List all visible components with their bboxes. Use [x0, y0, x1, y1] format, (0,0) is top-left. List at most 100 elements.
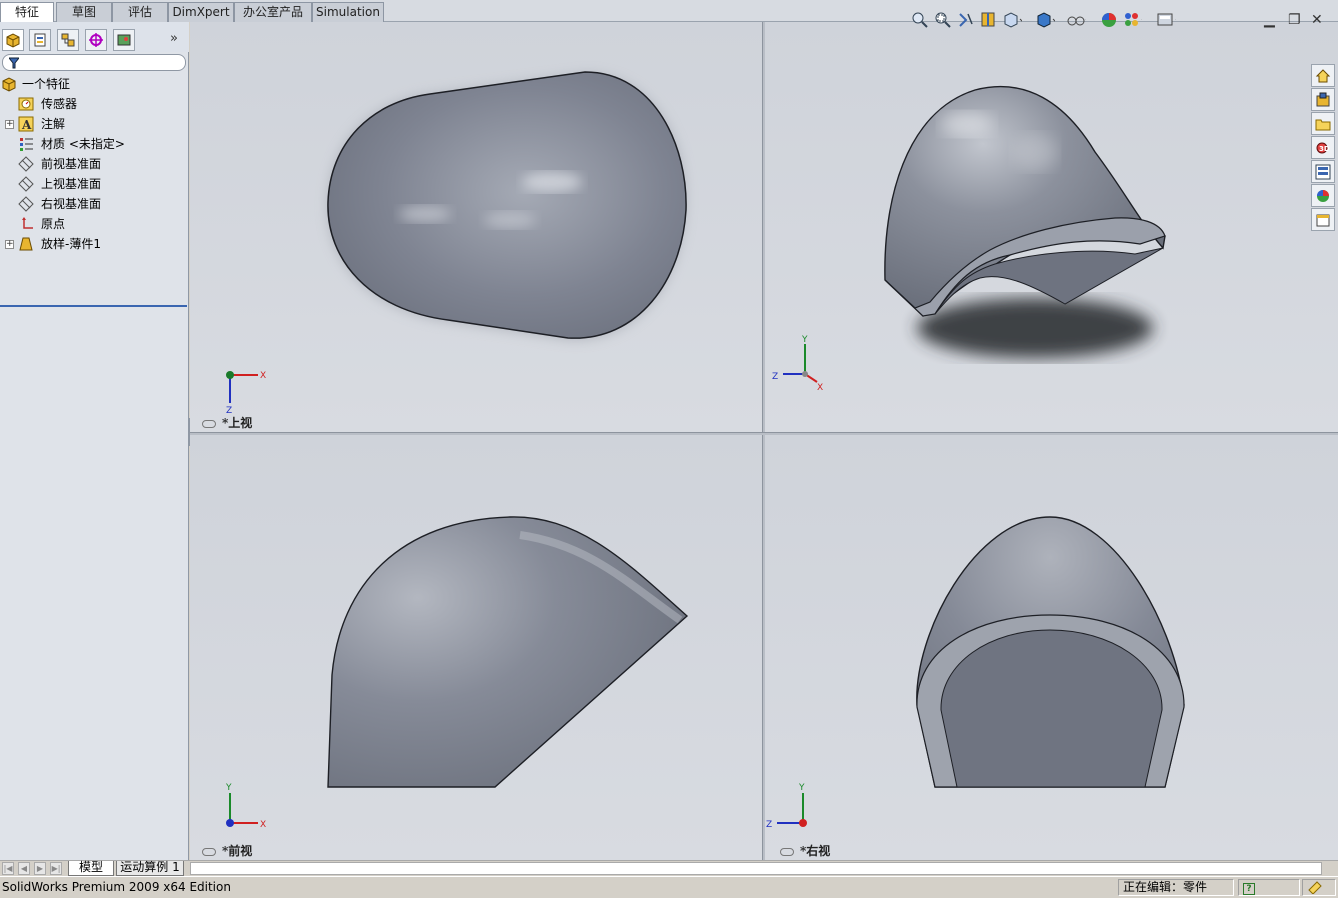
- axis-y-label: Y: [225, 783, 232, 793]
- search-icon[interactable]: 3D: [1311, 136, 1335, 159]
- loft-icon: [18, 236, 36, 252]
- viewport-front[interactable]: X Y: [190, 435, 762, 860]
- triad-front: X Y: [225, 783, 266, 830]
- tab-office-products[interactable]: 办公室产品: [234, 2, 312, 22]
- link-views-icon[interactable]: [202, 847, 216, 856]
- tree-item-label: 注解: [41, 117, 66, 131]
- quick-tips-button[interactable]: ?: [1243, 883, 1255, 895]
- annotation-icon: A: [18, 116, 36, 132]
- tree-item-origin[interactable]: 原点: [0, 214, 189, 234]
- tree-item-label: 右视基准面: [41, 197, 102, 211]
- appearances-icon[interactable]: [1311, 184, 1335, 207]
- apply-scene-icon[interactable]: [1122, 10, 1142, 30]
- tree-item-loft-thin[interactable]: + 放样-薄件1: [0, 234, 189, 254]
- expand-icon[interactable]: +: [5, 240, 14, 249]
- view-orientation-icon[interactable]: [1002, 10, 1022, 30]
- edit-appearance-icon[interactable]: [1100, 10, 1120, 30]
- axis-y-label: Y: [798, 783, 805, 793]
- tree-item-label: 材质 <未指定>: [41, 137, 125, 151]
- minimize-icon[interactable]: ▁: [1264, 12, 1275, 28]
- more-tabs-button[interactable]: »: [170, 31, 178, 46]
- tab-simulation[interactable]: Simulation: [312, 2, 384, 22]
- status-help-cell: ?: [1238, 879, 1300, 896]
- horizontal-scrollbar[interactable]: [190, 862, 1322, 875]
- feature-manager-toolbar: »: [0, 22, 189, 52]
- plane-icon: [18, 196, 36, 212]
- view-settings-icon[interactable]: [1156, 10, 1176, 30]
- tab-dimxpert[interactable]: DimXpert: [168, 2, 234, 22]
- tree-item-part[interactable]: 一个特征: [0, 74, 189, 94]
- tab-evaluate[interactable]: 评估: [112, 2, 168, 22]
- tree-item-sensors[interactable]: 传感器: [0, 94, 189, 114]
- tab-motion-study[interactable]: 运动算例 1: [116, 861, 184, 876]
- model-isometric-view: [884, 85, 1166, 358]
- restore-icon[interactable]: ❐: [1288, 12, 1301, 28]
- view-label-top: *上视: [202, 414, 252, 431]
- triad-top: X Z: [226, 371, 266, 416]
- plane-icon: [18, 156, 36, 172]
- close-icon[interactable]: ✕: [1311, 12, 1323, 28]
- feature-manager-panel: » 一个特征 传感器 + A 注解 材质 <未指定> 前视基准面 上视基准面 右…: [0, 22, 189, 860]
- expand-icon[interactable]: +: [5, 120, 14, 129]
- custom-properties-icon[interactable]: [1311, 208, 1335, 231]
- view-label-right: *右视: [780, 842, 830, 859]
- first-tab-icon[interactable]: |◀: [2, 862, 14, 875]
- zoom-to-fit-icon[interactable]: [910, 10, 930, 30]
- tree-item-top-plane[interactable]: 上视基准面: [0, 174, 189, 194]
- viewport-isometric[interactable]: Y Z X: [765, 22, 1338, 432]
- axis-x-label: X: [260, 371, 266, 381]
- svg-text:A: A: [21, 118, 32, 132]
- tree-filter-input[interactable]: [2, 54, 186, 71]
- viewport-right[interactable]: Z Y: [765, 435, 1338, 860]
- dimxpert-manager-icon[interactable]: [85, 29, 107, 51]
- tab-model[interactable]: 模型: [68, 861, 114, 876]
- graphics-area: X Z Y Z X X Y Z Y *上视 *前视 *右视 ▁ ❐ ✕: [190, 12, 1338, 860]
- tree-item-label: 前视基准面: [41, 157, 102, 171]
- prev-tab-icon[interactable]: ◀: [18, 862, 30, 875]
- tree-item-label: 原点: [41, 217, 66, 231]
- status-rebuild-cell: [1302, 879, 1336, 896]
- solidworks-resources-icon[interactable]: [1311, 64, 1335, 87]
- section-view-icon[interactable]: [979, 10, 999, 30]
- view-palette-icon[interactable]: [1311, 160, 1335, 183]
- file-explorer-icon[interactable]: [1311, 112, 1335, 135]
- configuration-manager-icon[interactable]: [57, 29, 79, 51]
- svg-text:3D: 3D: [1319, 145, 1330, 153]
- viewport-splitter-vertical[interactable]: [762, 22, 765, 860]
- last-tab-icon[interactable]: ▶|: [50, 862, 62, 875]
- viewport-top[interactable]: X Z: [190, 22, 762, 432]
- design-library-icon[interactable]: [1311, 88, 1335, 111]
- status-bar: SolidWorks Premium 2009 x64 Edition 正在编辑…: [0, 876, 1338, 898]
- viewport-splitter-horizontal[interactable]: [190, 432, 1338, 435]
- next-tab-icon[interactable]: ▶: [34, 862, 46, 875]
- status-app-name: SolidWorks Premium 2009 x64 Edition: [2, 880, 231, 894]
- rollback-bar[interactable]: [0, 305, 187, 307]
- filter-icon: [9, 57, 19, 69]
- previous-view-icon[interactable]: [956, 10, 976, 30]
- model-front-view: [327, 516, 689, 788]
- axis-z-label: Z: [766, 820, 772, 830]
- tree-item-material[interactable]: 材质 <未指定>: [0, 134, 189, 154]
- display-style-icon[interactable]: [1035, 10, 1055, 30]
- tab-sketch[interactable]: 草图: [56, 2, 112, 22]
- tree-item-label: 传感器: [41, 97, 78, 111]
- feature-manager-icon[interactable]: [2, 29, 24, 51]
- axis-x-label: X: [817, 383, 823, 393]
- tree-item-annotations[interactable]: + A 注解: [0, 114, 189, 134]
- plane-icon: [18, 176, 36, 192]
- link-views-icon[interactable]: [202, 419, 216, 428]
- tree-item-right-plane[interactable]: 右视基准面: [0, 194, 189, 214]
- property-manager-icon[interactable]: [29, 29, 51, 51]
- tree-item-front-plane[interactable]: 前视基准面: [0, 154, 189, 174]
- zoom-to-area-icon[interactable]: [933, 10, 953, 30]
- part-icon: [1, 76, 19, 92]
- triad-isometric: Y Z X: [772, 335, 823, 393]
- hide-show-items-icon[interactable]: [1066, 10, 1086, 30]
- rebuild-icon[interactable]: [1307, 880, 1323, 895]
- tree-item-label: 上视基准面: [41, 177, 102, 191]
- model-right-view: [916, 516, 1185, 788]
- display-manager-icon[interactable]: [113, 29, 135, 51]
- tree-item-label: 放样-薄件1: [41, 237, 101, 251]
- link-views-icon[interactable]: [780, 847, 794, 856]
- tab-features[interactable]: 特征: [0, 2, 54, 23]
